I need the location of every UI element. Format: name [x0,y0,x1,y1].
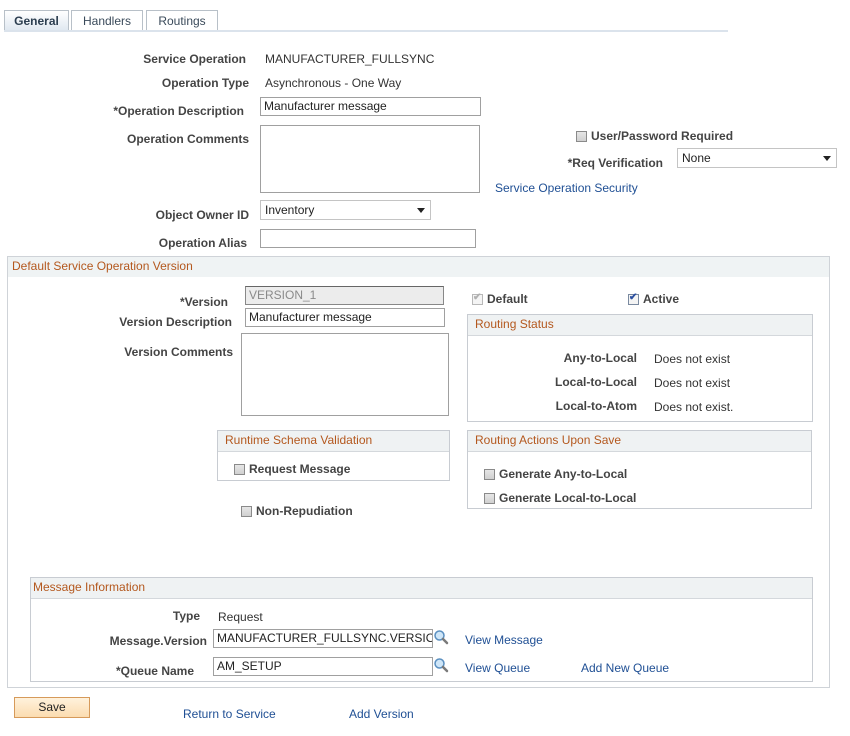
any-to-local-label: Any-to-Local [563,351,637,365]
message-version-label: Message.Version [109,634,207,648]
generate-local-to-local-checkbox[interactable]: Generate Local-to-Local [484,491,636,505]
routing-actions-title: Routing Actions Upon Save [468,431,811,452]
request-message-checkbox[interactable]: Request Message [234,462,350,476]
queue-name-input[interactable]: AM_SETUP [213,657,433,676]
search-icon[interactable] [433,629,449,645]
tab-bar-divider [4,30,728,32]
checkmark-icon [472,292,483,305]
non-repudiation-checkbox[interactable]: Non-Repudiation [241,504,353,518]
version-description-label: Version Description [119,315,232,329]
version-input: VERSION_1 [245,286,444,305]
tab-general[interactable]: General [4,10,69,31]
operation-alias-label: Operation Alias [158,236,247,250]
message-type-value: Request [218,610,263,624]
operation-comments-label: Operation Comments [126,132,249,146]
any-to-local-value: Does not exist [654,352,731,366]
operation-description-label: *Operation Description [113,104,244,118]
local-to-local-value: Does not exist [654,376,731,390]
default-checkbox: Default [472,292,528,306]
version-comments-label: Version Comments [124,345,233,359]
checkbox-icon [484,468,495,480]
search-icon[interactable] [433,657,449,673]
operation-alias-input[interactable] [260,229,476,248]
request-message-label: Request Message [249,462,351,476]
add-version-link[interactable]: Add Version [349,707,414,721]
operation-type-value: Asynchronous - One Way [265,76,402,90]
version-section-title: Default Service Operation Version [8,257,829,277]
operation-type-label: Operation Type [161,76,249,90]
generate-any-to-local-label: Generate Any-to-Local [499,467,628,481]
checkbox-icon [484,492,495,504]
runtime-schema-validation-title: Runtime Schema Validation [218,431,449,452]
service-operation-label: Service Operation [143,52,246,66]
add-new-queue-link[interactable]: Add New Queue [581,661,669,675]
checkbox-icon [241,505,252,517]
return-to-service-link[interactable]: Return to Service [183,707,276,721]
user-password-required-label: User/Password Required [591,129,734,143]
object-owner-id-select[interactable]: Inventory [260,200,431,220]
active-checkbox[interactable]: Active [628,292,679,306]
req-verification-label: *Req Verification [567,156,663,170]
message-type-label: Type [172,609,200,623]
version-comments-textarea[interactable] [241,333,449,416]
object-owner-id-value: Inventory [265,203,315,217]
routing-status-group: Routing Status [467,314,813,422]
active-label: Active [643,292,680,306]
local-to-local-label: Local-to-Local [554,375,637,389]
message-information-title: Message Information [31,578,812,599]
queue-name-label: *Queue Name [115,664,194,678]
non-repudiation-label: Non-Repudiation [256,504,353,518]
tab-routings[interactable]: Routings [146,10,218,31]
checkmark-icon [628,292,639,305]
local-to-atom-value: Does not exist. [654,400,734,414]
generate-any-to-local-checkbox[interactable]: Generate Any-to-Local [484,467,627,481]
user-password-required-checkbox[interactable]: User/Password Required [576,129,733,143]
tab-handlers[interactable]: Handlers [71,10,143,31]
generate-local-to-local-label: Generate Local-to-Local [499,491,637,505]
chevron-down-icon [823,156,831,161]
req-verification-value: None [682,151,711,165]
view-message-link[interactable]: View Message [465,633,543,647]
version-description-input[interactable]: Manufacturer message [245,308,445,327]
service-operation-security-link[interactable]: Service Operation Security [495,181,638,195]
chevron-down-icon [417,208,425,213]
view-queue-link[interactable]: View Queue [465,661,530,675]
default-label: Default [487,292,528,306]
object-owner-id-label: Object Owner ID [155,208,249,222]
operation-comments-textarea[interactable] [260,125,480,193]
save-button[interactable]: Save [14,697,90,718]
checkbox-icon [576,130,587,142]
operation-description-input[interactable]: Manufacturer message [260,97,481,116]
checkbox-icon [234,463,245,475]
message-version-input[interactable]: MANUFACTURER_FULLSYNC.VERSIO [213,629,433,648]
routing-status-title: Routing Status [468,315,812,336]
version-label: *Version [179,295,228,309]
req-verification-select[interactable]: None [677,148,837,168]
local-to-atom-label: Local-to-Atom [555,399,637,413]
service-operation-value: MANUFACTURER_FULLSYNC [265,52,435,66]
